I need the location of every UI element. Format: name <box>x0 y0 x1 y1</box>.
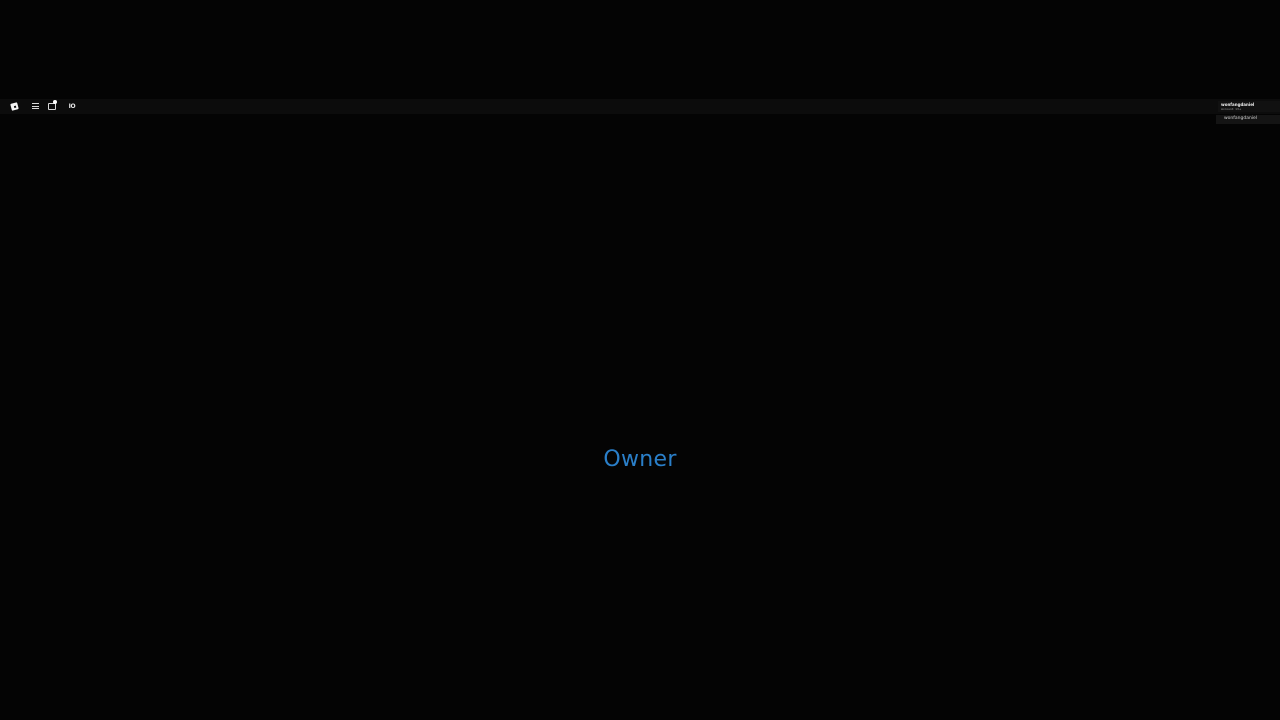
menu-bars <box>31 103 39 109</box>
chat-notification-dot <box>53 100 57 104</box>
chat-icon[interactable] <box>46 100 58 112</box>
voice-chat-button[interactable]: IO <box>66 100 78 112</box>
leaderboard-header-stat: Account: 13+ <box>1221 107 1242 111</box>
voice-chat-label: IO <box>68 102 76 110</box>
leaderboard-header[interactable]: wonfangdaniel Account: 13+ <box>1218 101 1280 112</box>
roblox-logo-icon[interactable] <box>10 100 19 112</box>
hamburger-menu-icon[interactable] <box>30 100 40 112</box>
leaderboard-player-row[interactable]: wonfangdaniel <box>1216 115 1280 124</box>
roblox-topbar: IO <box>0 99 1280 114</box>
owner-title: Owner <box>603 447 677 472</box>
game-screen: IO wonfangdaniel Account: 13+ wonfangdan… <box>0 0 1280 720</box>
roblox-logo-mark <box>10 101 19 111</box>
leaderboard-player-name: wonfangdaniel <box>1224 116 1258 121</box>
